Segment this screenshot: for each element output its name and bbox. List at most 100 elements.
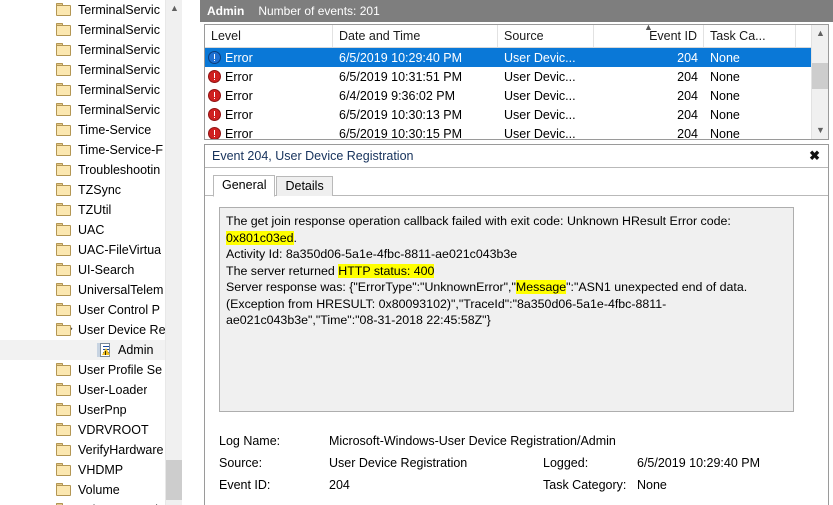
tree-scroll-up-icon[interactable]: ▲ [166, 0, 183, 17]
tree-item-user-profile-se[interactable]: User Profile Se [0, 360, 182, 380]
tree-item-uac-filevirtua[interactable]: UAC-FileVirtua [0, 240, 182, 260]
tree-item-label: VHDMP [78, 460, 123, 480]
tree-item-user-device-re[interactable]: User Device Re [0, 320, 182, 340]
tree-item-user-loader[interactable]: User-Loader [0, 380, 182, 400]
event-level-label: Error [225, 70, 253, 84]
tree-item-tzsync[interactable]: TZSync [0, 180, 182, 200]
folder-icon [56, 263, 72, 277]
tree-item-label: TZSync [78, 180, 121, 200]
tree-item-label: TerminalServic [78, 40, 160, 60]
event-log-tree[interactable]: TerminalServicTerminalServicTerminalServ… [0, 0, 182, 505]
tree-item-verifyhardware[interactable]: VerifyHardware [0, 440, 182, 460]
tree-item-time-service-f[interactable]: Time-Service-F [0, 140, 182, 160]
folder-icon [56, 463, 72, 477]
tree-item-label: UniversalTelem [78, 280, 163, 300]
event-id-value: 204 [329, 478, 543, 492]
event-level-label: Error [225, 127, 253, 141]
folder-icon [56, 243, 72, 257]
event-id-cell: 204 [594, 108, 704, 122]
folder-icon [56, 203, 72, 217]
event-date-cell: 6/5/2019 10:29:40 PM [333, 51, 498, 65]
event-level-label: Error [225, 108, 253, 122]
tree-item-terminalservic[interactable]: TerminalServic [0, 80, 182, 100]
folder-icon [56, 143, 72, 157]
tree-item-volumesnapsh[interactable]: VolumeSnapsh [0, 500, 182, 505]
tree-item-terminalservic[interactable]: TerminalServic [0, 60, 182, 80]
tree-item-time-service[interactable]: Time-Service [0, 120, 182, 140]
column-header-source[interactable]: Source [498, 25, 594, 47]
tree-item-terminalservic[interactable]: TerminalServic [0, 40, 182, 60]
tree-item-label: TerminalServic [78, 20, 160, 40]
sort-ascending-icon: ▲ [644, 24, 653, 32]
tree-item-terminalservic[interactable]: TerminalServic [0, 100, 182, 120]
highlighted-text: 0x801c03ed [226, 231, 294, 245]
source-label: Source: [219, 456, 329, 470]
folder-icon [56, 123, 72, 137]
logged-value: 6/5/2019 10:29:40 PM [637, 456, 819, 470]
tree-vertical-scrollbar[interactable]: ▲ [165, 0, 182, 505]
event-level-label: Error [225, 89, 253, 103]
logged-label: Logged: [543, 456, 637, 470]
column-header-label: Level [211, 29, 241, 43]
table-row[interactable]: Error6/5/2019 10:30:15 PMUser Devic...20… [205, 124, 828, 140]
tree-item-label: Time-Service [78, 120, 151, 140]
event-level-cell: Error [205, 51, 333, 65]
tree-item-universaltelem[interactable]: UniversalTelem [0, 280, 182, 300]
column-header-task-ca[interactable]: Task Ca... [704, 25, 796, 47]
event-source-cell: User Devic... [498, 108, 594, 122]
tree-item-vdrvroot[interactable]: VDRVROOT [0, 420, 182, 440]
folder-icon [56, 23, 72, 37]
event-properties-tabs[interactable]: GeneralDetails [205, 174, 828, 196]
tree-item-vhdmp[interactable]: VHDMP [0, 460, 182, 480]
tab-details[interactable]: Details [276, 176, 332, 196]
event-task-category-cell: None [704, 70, 796, 84]
event-list-scroll-up-icon[interactable]: ▲ [812, 25, 829, 42]
folder-icon [56, 483, 72, 497]
column-header-date-and-time[interactable]: Date and Time [333, 25, 498, 47]
event-message-box[interactable]: The get join response operation callback… [219, 207, 794, 412]
tree-item-terminalservic[interactable]: TerminalServic [0, 20, 182, 40]
event-list[interactable]: Level Date and TimeSource▲Event IDTask Ca… [204, 24, 829, 140]
tree-item-ui-search[interactable]: UI-Search [0, 260, 182, 280]
column-header-event-id[interactable]: ▲Event ID [594, 25, 704, 47]
error-icon [208, 70, 221, 83]
tree-item-userpnp[interactable]: UserPnp [0, 400, 182, 420]
tree-item-label: TerminalServic [78, 60, 160, 80]
tree-scroll-thumb[interactable] [166, 460, 183, 500]
event-id-label: Event ID: [219, 478, 329, 492]
table-row[interactable]: Error 6/5/2019 10:30:13 PMUser Devic...20… [205, 105, 828, 124]
column-header-level[interactable]: Level [205, 25, 333, 47]
event-task-category-cell: None [704, 51, 796, 65]
tree-item-label: User Profile Se [78, 360, 162, 380]
tree-item-admin[interactable]: Admin [0, 340, 182, 360]
tree-item-tzutil[interactable]: TZUtil [0, 200, 182, 220]
event-list-column-headers[interactable]: Level Date and TimeSource▲Event IDTask Ca… [205, 25, 828, 48]
tree-item-volume[interactable]: Volume [0, 480, 182, 500]
tree-item-user-control-p[interactable]: User Control P [0, 300, 182, 320]
event-date-cell: 6/5/2019 10:30:13 PM [333, 108, 498, 122]
log-header-event-count: Number of events: 201 [258, 4, 379, 18]
tree-item-uac[interactable]: UAC [0, 220, 182, 240]
tree-item-troubleshootin[interactable]: Troubleshootin [0, 160, 182, 180]
event-list-scroll-thumb[interactable] [812, 63, 829, 89]
folder-icon [56, 63, 72, 77]
tab-general[interactable]: General [213, 175, 275, 197]
tree-item-terminalservic[interactable]: TerminalServic [0, 0, 182, 20]
tree-item-label: VolumeSnapsh [78, 500, 162, 505]
close-icon[interactable]: ✖ [809, 148, 820, 163]
event-details-pane: Admin Number of events: 201 LevelDate an… [200, 0, 833, 505]
event-list-scroll-down-icon[interactable]: ▼ [812, 122, 829, 139]
folder-icon [56, 363, 72, 377]
event-list-rows[interactable]: Error6/5/2019 10:29:40 PMUser Devic...20… [205, 48, 828, 140]
event-properties-title-bar: Event 204, User Device Registration ✖ [205, 145, 828, 168]
tree-item-label: Admin [118, 340, 153, 360]
table-row[interactable]: Error6/4/2019 9:36:02 PMUser Devic...204… [205, 86, 828, 105]
event-list-vertical-scrollbar[interactable]: ▲ ▼ [811, 25, 828, 139]
table-row[interactable]: Error6/5/2019 10:29:40 PMUser Devic...20… [205, 48, 828, 67]
table-row[interactable]: Error6/5/2019 10:31:51 PMUser Devic...20… [205, 67, 828, 86]
tree-item-label: VerifyHardware [78, 440, 163, 460]
folder-icon [56, 383, 72, 397]
highlighted-text: Message [516, 280, 566, 294]
event-level-cell: Error [205, 70, 333, 84]
event-task-category-cell: None [704, 89, 796, 103]
